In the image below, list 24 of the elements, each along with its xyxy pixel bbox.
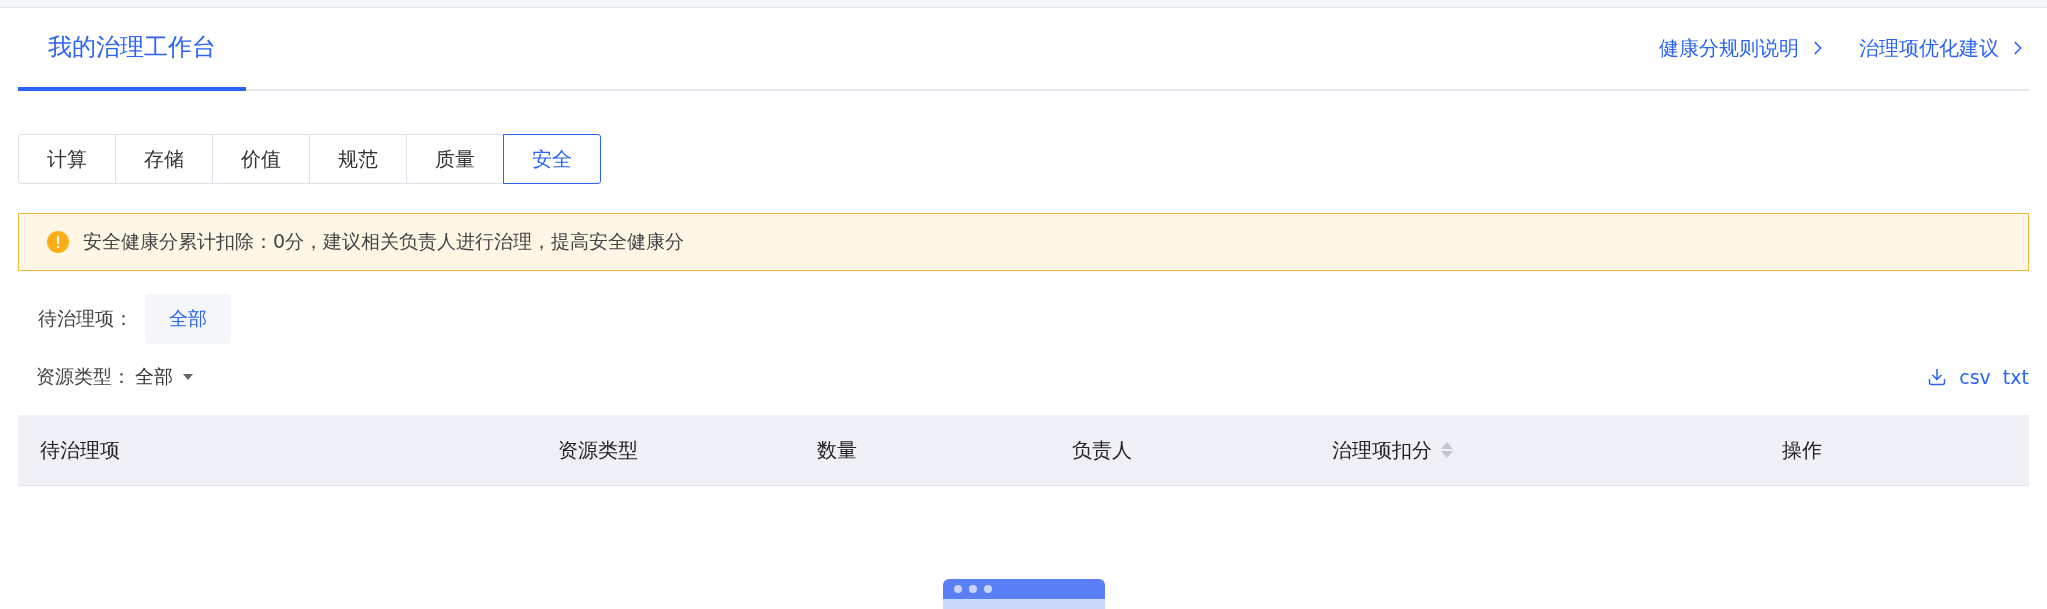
page-tab[interactable]: 我的治理工作台: [18, 7, 246, 91]
category-tab[interactable]: 安全: [503, 134, 601, 184]
category-tab[interactable]: 质量: [406, 134, 504, 184]
alert-text: 安全健康分累计扣除：0分，建议相关负责人进行治理，提高安全健康分: [83, 229, 685, 254]
warning-icon: [47, 231, 69, 253]
filter-label: 资源类型：: [36, 364, 131, 389]
header-link[interactable]: 健康分规则说明: [1659, 34, 1829, 62]
column-header: 负责人: [1072, 436, 1132, 464]
category-tab[interactable]: 存储: [115, 134, 213, 184]
category-tab[interactable]: 价值: [212, 134, 310, 184]
column-header: 数量: [817, 436, 857, 464]
resource-type-select[interactable]: 全部: [135, 364, 173, 390]
column-header: 操作: [1782, 436, 1822, 464]
export-link[interactable]: txt: [2002, 366, 2029, 388]
category-tab[interactable]: 计算: [18, 134, 116, 184]
filter-label: 待治理项：: [38, 306, 133, 331]
download-icon[interactable]: [1927, 367, 1948, 387]
header-link[interactable]: 治理项优化建议: [1859, 34, 2029, 62]
column-header: 待治理项: [40, 436, 120, 464]
column-header: 治理项扣分: [1332, 436, 1432, 464]
column-header: 资源类型: [558, 436, 638, 464]
filter-option[interactable]: 全部: [145, 294, 231, 344]
export-link[interactable]: csv: [1959, 366, 1991, 388]
category-tab[interactable]: 规范: [309, 134, 407, 184]
